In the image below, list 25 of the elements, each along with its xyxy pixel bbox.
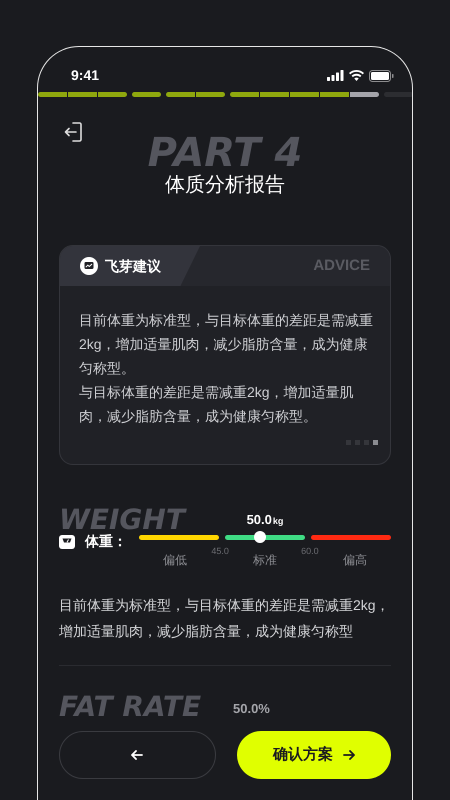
watermark-text: PART 4: [148, 133, 302, 173]
watermark-text: FAT RATE: [59, 692, 202, 722]
zone-label: 标准: [252, 552, 278, 569]
confirm-button[interactable]: 确认方案: [236, 731, 391, 779]
threshold-value: 45.0: [211, 545, 229, 558]
page-title: 体质分析报告: [165, 173, 285, 198]
scale-icon: [59, 534, 75, 548]
watermark-text: WEIGHT: [59, 505, 185, 535]
zone-label: 偏低: [162, 552, 188, 569]
threshold-value: 60.0: [301, 545, 319, 558]
left-arrow-icon: [131, 750, 144, 760]
signal-icon: [327, 70, 344, 81]
card-title: 飞芽建议: [105, 256, 161, 276]
wifi-icon: [349, 70, 364, 81]
weight-summary: 目前体重为标准型，与目标体重的差距是需减重2kg，增加适量肌肉，减少脂肪含量，成为健康匀称型: [59, 596, 391, 641]
right-arrow-icon: [342, 750, 355, 760]
chart-icon: [80, 257, 98, 275]
advice-text: 目前体重为标准型，与目标体重的差距是需减重2kg，增加适量肌肉，减少脂肪含量，成为健康匀称型。: [79, 311, 374, 378]
battery-icon: [369, 70, 394, 82]
zone-label: 偏高: [342, 552, 368, 569]
advice-text: 与目标体重的差距是需减重2kg，增加适量肌肉，减少脂肪含量，成为健康匀称型。: [79, 383, 355, 426]
status-time: 9:41: [71, 66, 100, 85]
exit-icon[interactable]: [64, 122, 82, 142]
fat-rate-value: 50.0%: [233, 700, 270, 718]
weight-label: 体重：: [85, 532, 127, 551]
